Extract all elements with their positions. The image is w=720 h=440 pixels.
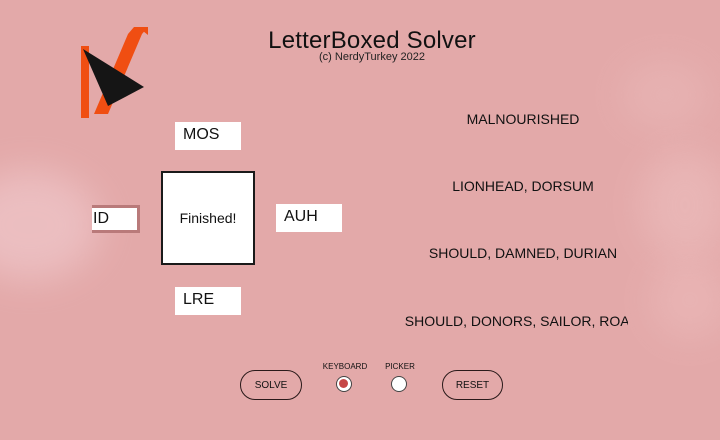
solve-button[interactable]: SOLVE [240, 370, 302, 400]
solution-item: LIONHEAD, DORSUM [452, 178, 594, 194]
picker-mode-label: PICKER [385, 362, 415, 371]
keyboard-mode-radio[interactable] [336, 376, 352, 392]
solution-item: SHOULD, DONORS, SAILOR, ROAM [404, 313, 628, 329]
picker-mode-radio[interactable] [391, 376, 407, 392]
app-window: LetterBoxed Solver (c) NerdyTurkey 2022 … [0, 0, 720, 440]
side-right-input[interactable]: AUH [276, 204, 342, 232]
glare-right [640, 150, 720, 260]
letter-box-board: Finished! [161, 171, 255, 265]
side-left-input[interactable]: ID [92, 205, 140, 233]
board-status: Finished! [179, 210, 237, 226]
solution-item: SHOULD, DAMNED, DURIAN [428, 245, 618, 261]
radio-selected-dot [339, 379, 348, 388]
solution-item: MALNOURISHED [466, 111, 580, 127]
solution-clip: SHOULD, DONORS, SAILOR, ROAM [380, 313, 628, 333]
app-subtitle: (c) NerdyTurkey 2022 [319, 51, 425, 63]
glare-left [0, 170, 100, 280]
side-top-input[interactable]: MOS [175, 122, 241, 150]
reset-button[interactable]: RESET [442, 370, 503, 400]
glare-right-lower [650, 260, 720, 340]
keyboard-mode-label: KEYBOARD [322, 362, 368, 371]
side-bottom-input[interactable]: LRE [175, 287, 241, 315]
